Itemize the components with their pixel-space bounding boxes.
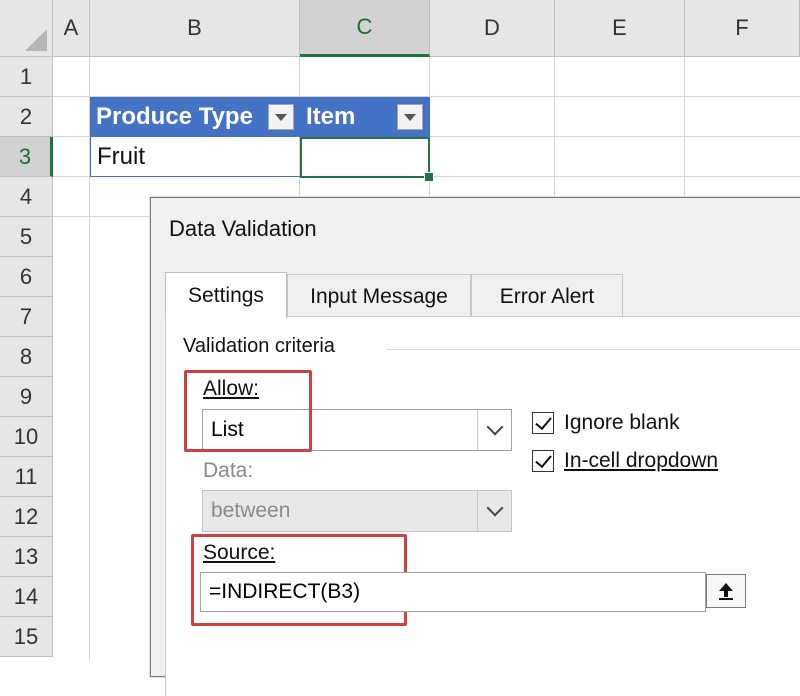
checkbox-box[interactable]: [532, 450, 554, 472]
allow-dropdown-button[interactable]: [477, 410, 511, 450]
row-header-8[interactable]: 8: [0, 337, 53, 377]
table-header-label: Produce Type: [96, 103, 253, 130]
incell-dropdown-label: In-cell dropdown: [564, 449, 719, 472]
filter-dropdown-button[interactable]: [268, 104, 294, 130]
column-header-c[interactable]: C: [300, 0, 430, 57]
table-header-item[interactable]: Item: [300, 97, 430, 137]
data-label: Data:: [203, 459, 254, 482]
row-header-13[interactable]: 13: [0, 537, 53, 577]
incell-dropdown-checkbox[interactable]: In-cell dropdown: [532, 449, 718, 473]
validation-criteria-label: Validation criteria: [183, 335, 343, 358]
checkmark-icon: [535, 412, 552, 431]
tab-error-alert[interactable]: Error Alert: [471, 274, 623, 318]
column-header-e[interactable]: E: [555, 0, 685, 57]
table-header-label: Item: [306, 103, 356, 130]
chevron-down-icon: [486, 418, 503, 436]
active-cell-border: [300, 137, 430, 178]
row-header-4[interactable]: 4: [0, 177, 53, 217]
upload-arrow-icon: [719, 583, 733, 600]
collapse-dialog-button[interactable]: [706, 574, 746, 608]
ignore-blank-label: Ignore blank: [564, 411, 680, 434]
tab-input-message[interactable]: Input Message: [287, 274, 471, 318]
checkmark-icon: [535, 450, 552, 469]
column-header-d[interactable]: D: [430, 0, 555, 57]
fill-handle[interactable]: [424, 172, 434, 182]
table-header-produce-type[interactable]: Produce Type: [90, 97, 300, 137]
ignore-blank-checkbox[interactable]: Ignore blank: [532, 411, 680, 435]
column-header-a[interactable]: A: [53, 0, 90, 57]
dropdown-arrow-icon: [404, 113, 416, 121]
row-header-3[interactable]: 3: [0, 137, 53, 177]
row-header-10[interactable]: 10: [0, 417, 53, 457]
row-header-7[interactable]: 7: [0, 297, 53, 337]
select-all-corner[interactable]: [0, 0, 53, 57]
dialog-title: Data Validation: [169, 216, 317, 241]
checkbox-box[interactable]: [532, 412, 554, 434]
data-dropdown-button: [477, 491, 511, 531]
source-input[interactable]: =INDIRECT(B3): [200, 572, 706, 612]
select-all-icon: [25, 29, 47, 51]
group-divider: [386, 349, 800, 350]
row-header-5[interactable]: 5: [0, 217, 53, 257]
chevron-down-icon: [486, 499, 503, 517]
data-select-value: between: [211, 499, 291, 522]
dropdown-arrow-icon: [275, 113, 287, 121]
cell-b3[interactable]: Fruit: [90, 137, 300, 177]
column-header-f[interactable]: F: [685, 0, 800, 57]
tab-settings[interactable]: Settings: [165, 272, 287, 318]
row-header-6[interactable]: 6: [0, 257, 53, 297]
row-header-9[interactable]: 9: [0, 377, 53, 417]
row-header-14[interactable]: 14: [0, 577, 53, 617]
filter-dropdown-button[interactable]: [397, 104, 423, 130]
data-select: between: [202, 490, 512, 532]
column-header-b[interactable]: B: [90, 0, 300, 57]
row-header-15[interactable]: 15: [0, 617, 53, 657]
row-header-2[interactable]: 2: [0, 97, 53, 137]
allow-highlight-box: [184, 370, 312, 452]
row-header-1[interactable]: 1: [0, 57, 53, 97]
row-header-12[interactable]: 12: [0, 497, 53, 537]
row-header-11[interactable]: 11: [0, 457, 53, 497]
source-input-value: =INDIRECT(B3): [209, 580, 361, 603]
